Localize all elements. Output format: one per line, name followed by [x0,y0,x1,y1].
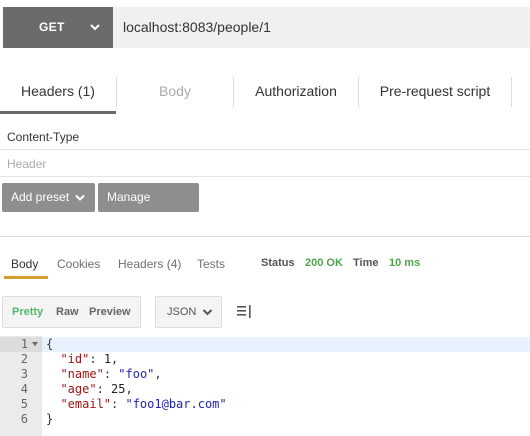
json-key: "email" [60,397,112,411]
tab-body[interactable]: Body [117,71,233,114]
line-number: 4 [20,382,28,396]
method-label: GET [39,20,65,34]
active-line-highlight [0,337,530,352]
tab-authorization[interactable]: Authorization [234,71,358,114]
line-number: 1 [20,337,28,351]
wrap-lines-icon[interactable] [236,304,252,319]
header-row[interactable]: Content-Type [0,123,530,150]
format-label: JSON [167,306,197,318]
chevron-down-icon [90,24,100,31]
view-preview[interactable]: Preview [89,306,131,318]
header-key: Content-Type [7,130,80,144]
header-placeholder: Header [7,157,47,171]
tab-pre-request-script[interactable]: Pre-request script [359,71,511,114]
line-number: 5 [20,397,28,411]
fold-arrow-icon[interactable] [31,338,39,350]
code-line: "name": "foo", [60,367,162,381]
line-number: 6 [20,412,28,426]
json-comma: , [111,352,119,366]
status-label: Status [261,257,295,269]
json-key: "name" [60,367,104,381]
json-value: "foo1@bar.com" [125,397,227,411]
view-raw[interactable]: Raw [56,306,79,318]
code-line: "age": 25, [60,382,133,396]
code-line: "email": "foo1@bar.com" [60,397,227,411]
section-divider [0,236,530,237]
response-tab-tests[interactable]: Tests [197,257,225,271]
status-value: 200 OK [305,257,343,269]
tab-divider [511,77,512,107]
line-number: 3 [20,367,28,381]
response-tab-body[interactable]: Body [11,257,38,271]
json-key: "id" [60,352,90,366]
json-key: "age" [60,382,97,396]
active-tab-indicator [4,276,48,279]
brace: } [46,412,54,426]
code-line: } [46,412,53,427]
response-tab-cookies[interactable]: Cookies [57,257,100,271]
chevron-down-icon [75,194,85,201]
brace: { [46,337,54,351]
time-label: Time [353,257,379,269]
time-value: 10 ms [389,257,421,269]
view-pretty[interactable]: Pretty [12,306,43,318]
add-preset-label: Add preset [11,190,70,204]
code-line: "id": 1, [60,352,119,366]
chevron-down-icon [202,309,213,316]
request-bar: GET localhost:8083/people/1 [3,7,530,48]
url-input[interactable]: localhost:8083/people/1 [123,19,271,35]
line-number: 2 [20,352,28,366]
view-mode-group: Pretty Raw Preview [2,296,141,328]
add-preset-button[interactable]: Add preset [2,183,95,212]
response-tab-headers[interactable]: Headers (4) [118,257,181,271]
json-comma: , [125,382,133,396]
manage-presets-label: Manage presets [107,190,151,233]
json-value: 1 [103,352,112,366]
manage-presets-button[interactable]: Manage presets [98,183,199,233]
method-selector[interactable]: GET [3,7,113,48]
tab-headers[interactable]: Headers (1) [0,71,116,114]
code-line: { [46,337,53,352]
format-select[interactable]: JSON [155,296,222,328]
json-value: 25 [111,382,126,396]
json-value: "foo" [118,367,155,381]
header-input-row[interactable]: Header [0,150,530,177]
json-comma: , [154,367,162,381]
request-tabs: Headers (1) Body Authorization Pre-reque… [0,71,530,114]
